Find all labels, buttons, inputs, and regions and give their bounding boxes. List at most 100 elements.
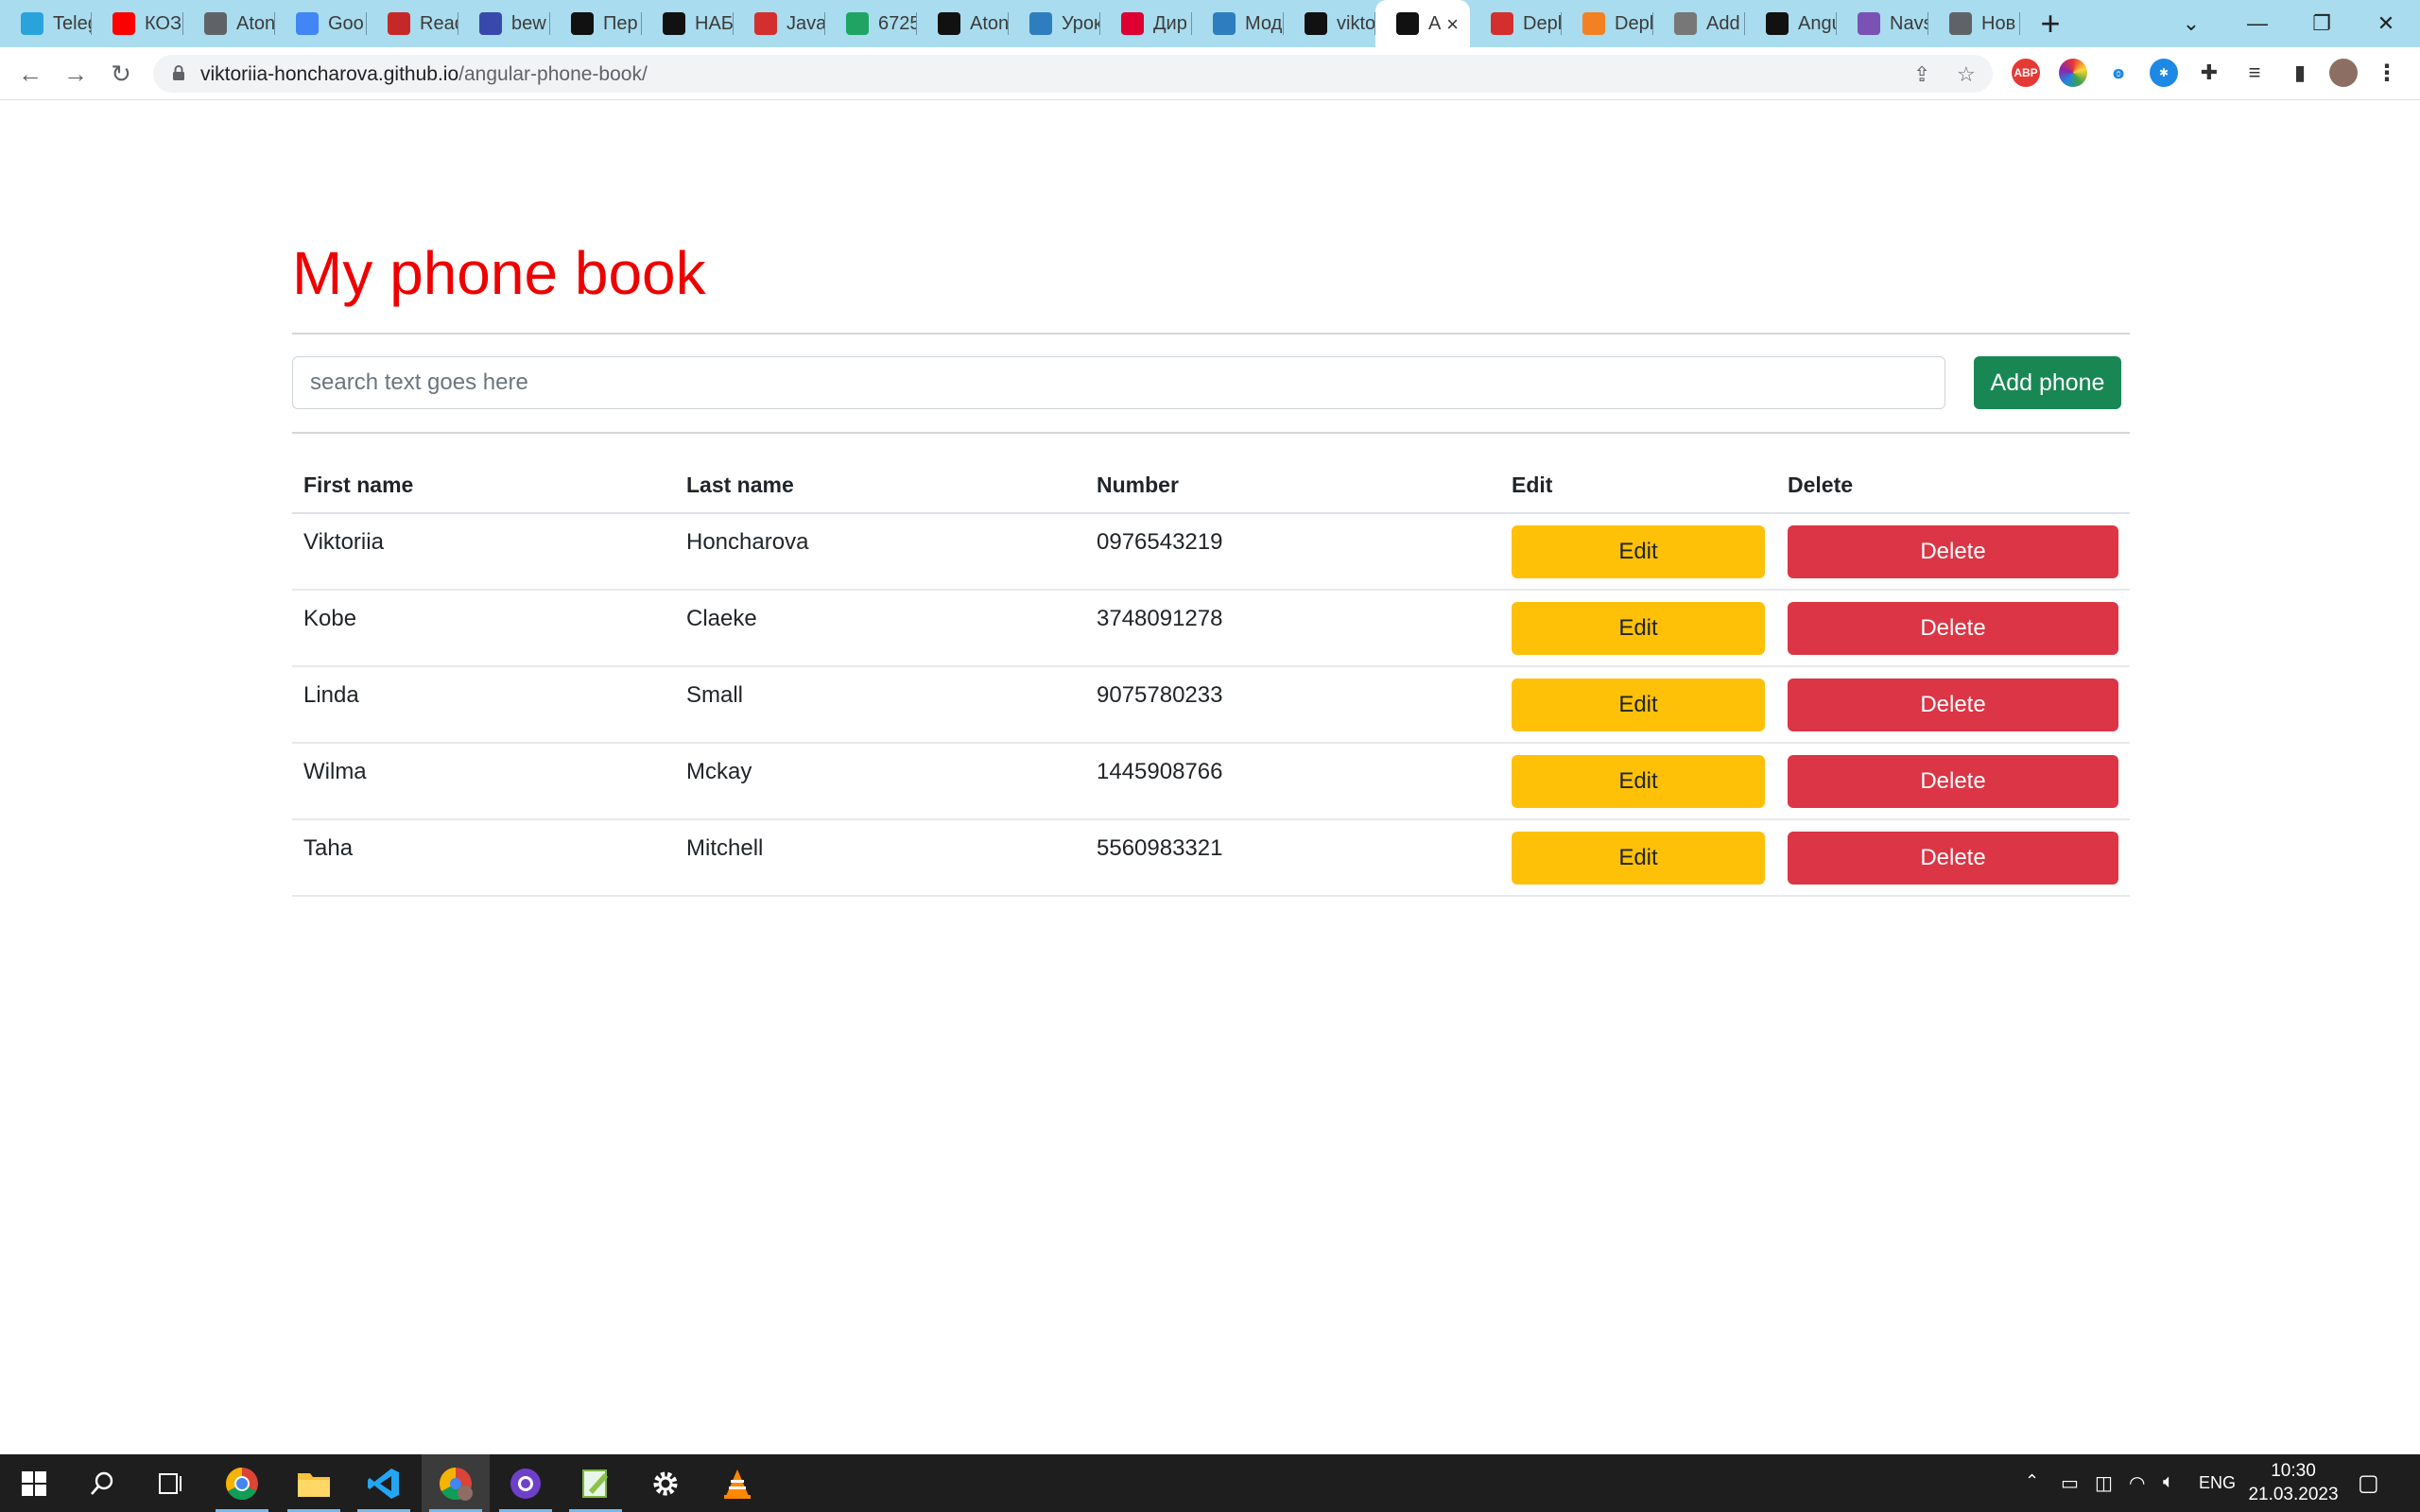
extensions-puzzle-icon[interactable]: ✚ bbox=[2195, 59, 2223, 87]
add-phone-button[interactable]: Add phone bbox=[1974, 356, 2121, 409]
cell-number: 9075780233 bbox=[1085, 666, 1500, 744]
url-text: viktoriia-honcharova.github.io/angular-p… bbox=[200, 63, 648, 86]
media-queue-icon[interactable]: ≡ bbox=[2240, 59, 2269, 87]
bug-extension-icon[interactable]: ✱ bbox=[2150, 59, 2178, 87]
browser-tab[interactable]: НАБ bbox=[642, 0, 734, 47]
windows-start-icon[interactable] bbox=[0, 1454, 68, 1512]
browser-tab-label: Angu bbox=[1798, 12, 1837, 34]
cell-first-name: Viktoriia bbox=[292, 513, 675, 591]
github-icon bbox=[1305, 12, 1327, 35]
edit-button[interactable]: Edit bbox=[1512, 679, 1765, 731]
clock[interactable]: 10:30 21.03.2023 bbox=[2246, 1459, 2341, 1506]
language-indicator[interactable]: ENG bbox=[2199, 1473, 2236, 1493]
search-input[interactable] bbox=[292, 356, 1945, 409]
reload-icon[interactable]: ↻ bbox=[106, 59, 136, 89]
tray-overflow-icon[interactable]: ⌃ bbox=[2025, 1471, 2039, 1491]
browser-tab-label: Aton bbox=[970, 12, 1009, 34]
extension-icon[interactable]: ꙩ bbox=[2104, 59, 2133, 87]
side-panel-icon[interactable]: ▮ bbox=[2286, 59, 2314, 87]
browser-tab[interactable]: vikto bbox=[1284, 0, 1375, 47]
delete-button[interactable]: Delete bbox=[1788, 679, 2118, 731]
tab-strip: Teleg КОЗ Aton Goo Read bew Пер НАБ Java 6725 Aton… bbox=[0, 0, 2420, 47]
delete-button[interactable]: Delete bbox=[1788, 832, 2118, 885]
divider bbox=[292, 432, 2130, 434]
notepad-plus-plus-icon[interactable] bbox=[562, 1454, 630, 1512]
chrome-profile-icon[interactable] bbox=[422, 1454, 490, 1512]
taskbar: ⌃ ▭ ◫ ◠ 🔈︎ ENG 10:30 21.03.2023 ▢ bbox=[0, 1454, 2420, 1512]
cell-edit: Edit bbox=[1500, 513, 1776, 591]
search-icon[interactable] bbox=[68, 1454, 136, 1512]
browser-tab[interactable]: 6725 bbox=[825, 0, 917, 47]
browser-tab[interactable]: Read bbox=[367, 0, 458, 47]
browser-tab[interactable]: Angu bbox=[1745, 0, 1837, 47]
address-bar[interactable]: viktoriia-honcharova.github.io/angular-p… bbox=[153, 55, 1993, 93]
back-icon[interactable]: ← bbox=[15, 59, 45, 89]
browser-tab-label: Дир bbox=[1153, 12, 1187, 34]
browser-tab[interactable]: Aton bbox=[917, 0, 1009, 47]
browser-tab[interactable]: Мод bbox=[1192, 0, 1284, 47]
edit-button[interactable]: Edit bbox=[1512, 525, 1765, 578]
url-host: viktoriia-honcharova.github.io bbox=[200, 63, 459, 85]
browser-tab[interactable]: Нов bbox=[1928, 0, 2020, 47]
browser-tab-label: НАБ bbox=[695, 12, 734, 34]
volume-icon[interactable]: 🔈︎ bbox=[2163, 1471, 2174, 1493]
notifications-icon[interactable]: ▢ bbox=[2358, 1469, 2379, 1497]
settings-gear-icon[interactable] bbox=[631, 1454, 700, 1512]
browser-tab[interactable]: Пер bbox=[550, 0, 642, 47]
browser-tab-label: Java bbox=[786, 12, 825, 34]
browser-tab[interactable]: Navs bbox=[1837, 0, 1928, 47]
cell-number: 0976543219 bbox=[1085, 513, 1500, 591]
color-picker-extension-icon[interactable] bbox=[2059, 59, 2087, 87]
delete-button[interactable]: Delete bbox=[1788, 755, 2118, 808]
camera-icon[interactable]: ◫ bbox=[2095, 1471, 2113, 1495]
share-icon[interactable]: ⇪ bbox=[1913, 62, 1930, 87]
close-window-icon[interactable]: ✕ bbox=[2356, 0, 2416, 47]
edit-button[interactable]: Edit bbox=[1512, 832, 1765, 885]
bootstrap-icon bbox=[1858, 12, 1880, 35]
battery-icon[interactable]: ▭ bbox=[2061, 1471, 2079, 1495]
browser-tab-label: Depl bbox=[1523, 12, 1562, 34]
google-drive-icon bbox=[846, 12, 869, 35]
browser-tab[interactable]: Java bbox=[734, 0, 825, 47]
tab-search-icon[interactable]: ⌄ bbox=[2161, 0, 2221, 47]
github-desktop-icon[interactable] bbox=[492, 1454, 560, 1512]
chrome-icon[interactable] bbox=[208, 1454, 276, 1512]
edit-button[interactable]: Edit bbox=[1512, 602, 1765, 655]
url-path: /angular-phone-book/ bbox=[458, 63, 648, 85]
file-explorer-icon[interactable] bbox=[280, 1454, 348, 1512]
close-tab-icon[interactable]: × bbox=[1446, 12, 1459, 37]
new-tab-button[interactable]: + bbox=[2020, 0, 2081, 47]
edit-button[interactable]: Edit bbox=[1512, 755, 1765, 808]
browser-tab[interactable]: Depl bbox=[1562, 0, 1653, 47]
browser-tab[interactable]: Урок bbox=[1009, 0, 1100, 47]
restore-icon[interactable]: ❐ bbox=[2291, 0, 2352, 47]
wifi-icon[interactable]: ◠ bbox=[2129, 1471, 2145, 1495]
browser-tab[interactable]: Add bbox=[1653, 0, 1745, 47]
table-header-row: First name Last name Number Edit Delete bbox=[292, 458, 2130, 514]
table-row: Viktoriia Honcharova 0976543219 Edit Delete bbox=[292, 513, 2130, 591]
vscode-icon[interactable] bbox=[350, 1454, 418, 1512]
cell-first-name: Wilma bbox=[292, 743, 675, 820]
profile-avatar[interactable] bbox=[2329, 59, 2358, 87]
cell-number: 1445908766 bbox=[1085, 743, 1500, 820]
cell-number: 5560983321 bbox=[1085, 819, 1500, 897]
delete-button[interactable]: Delete bbox=[1788, 602, 2118, 655]
browser-tab[interactable]: Depl bbox=[1470, 0, 1562, 47]
browser-tab[interactable]: Goo bbox=[275, 0, 367, 47]
browser-tab[interactable]: Aton bbox=[183, 0, 275, 47]
browser-tab[interactable]: bew bbox=[458, 0, 550, 47]
minimize-icon[interactable]: — bbox=[2227, 0, 2288, 47]
menu-kebab-icon[interactable]: ⋮ bbox=[2373, 59, 2401, 87]
browser-tab[interactable]: Дир bbox=[1100, 0, 1192, 47]
cell-last-name: Mitchell bbox=[675, 819, 1085, 897]
vlc-icon[interactable] bbox=[703, 1454, 771, 1512]
delete-button[interactable]: Delete bbox=[1788, 525, 2118, 578]
browser-tab[interactable]: Teleg bbox=[0, 0, 92, 47]
adblock-icon[interactable]: ABP bbox=[2012, 59, 2040, 87]
task-view-icon[interactable] bbox=[136, 1454, 204, 1512]
bookmark-star-icon[interactable]: ☆ bbox=[1957, 62, 1976, 87]
globe-icon bbox=[1949, 12, 1972, 35]
browser-tab[interactable]: КОЗ bbox=[92, 0, 183, 47]
forward-icon[interactable]: → bbox=[60, 59, 91, 89]
browser-tab[interactable]: A × bbox=[1375, 0, 1470, 47]
